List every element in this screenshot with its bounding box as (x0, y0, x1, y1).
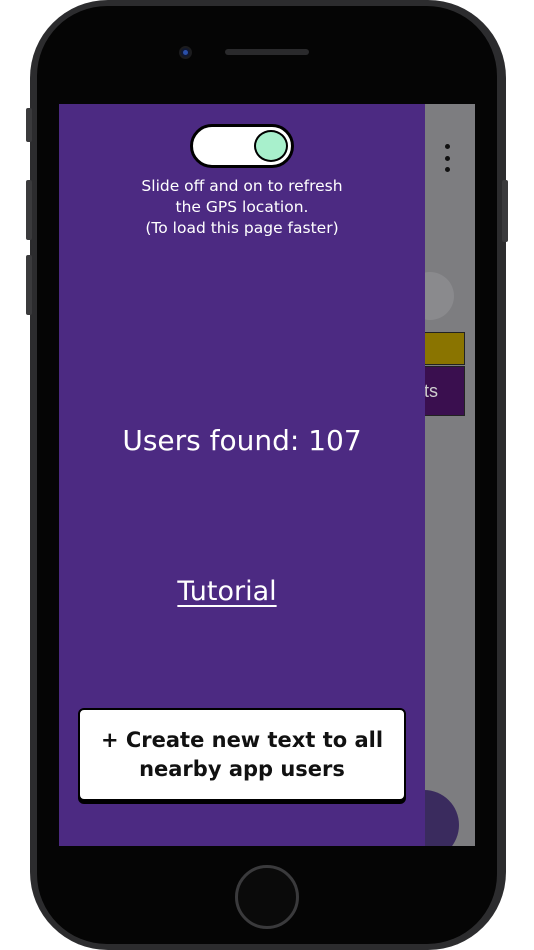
mute-switch (26, 108, 32, 142)
create-broadcast-text-button[interactable]: + Create new text to all nearby app user… (78, 708, 406, 801)
volume-down-button (26, 255, 32, 315)
app-screen: ts Slide off and on to refresh the GPS l… (59, 104, 475, 846)
background-gold-bar (419, 332, 465, 365)
background-button-label: ts (424, 380, 439, 401)
home-button[interactable] (235, 865, 299, 929)
refresh-line: the GPS location. (175, 198, 309, 216)
power-button (502, 180, 508, 242)
refresh-line: (To load this page faster) (145, 219, 339, 237)
refresh-line: Slide off and on to refresh (141, 177, 343, 195)
tutorial-link[interactable]: Tutorial (167, 576, 287, 607)
gps-refresh-instructions: Slide off and on to refresh the GPS loca… (59, 176, 425, 239)
toggle-knob (254, 130, 288, 162)
earpiece-speaker (225, 49, 309, 55)
create-button-label-line2: nearby app users (139, 756, 345, 781)
volume-up-button (26, 180, 32, 240)
side-drawer: Slide off and on to refresh the GPS loca… (59, 104, 425, 846)
background-purple-button: ts (419, 366, 465, 416)
users-found-count: Users found: 107 (122, 424, 362, 457)
front-camera-icon (179, 46, 192, 59)
create-button-label-line1: + Create new text to all (100, 727, 384, 752)
gps-refresh-toggle[interactable] (190, 124, 294, 168)
more-options-icon[interactable] (442, 144, 452, 172)
